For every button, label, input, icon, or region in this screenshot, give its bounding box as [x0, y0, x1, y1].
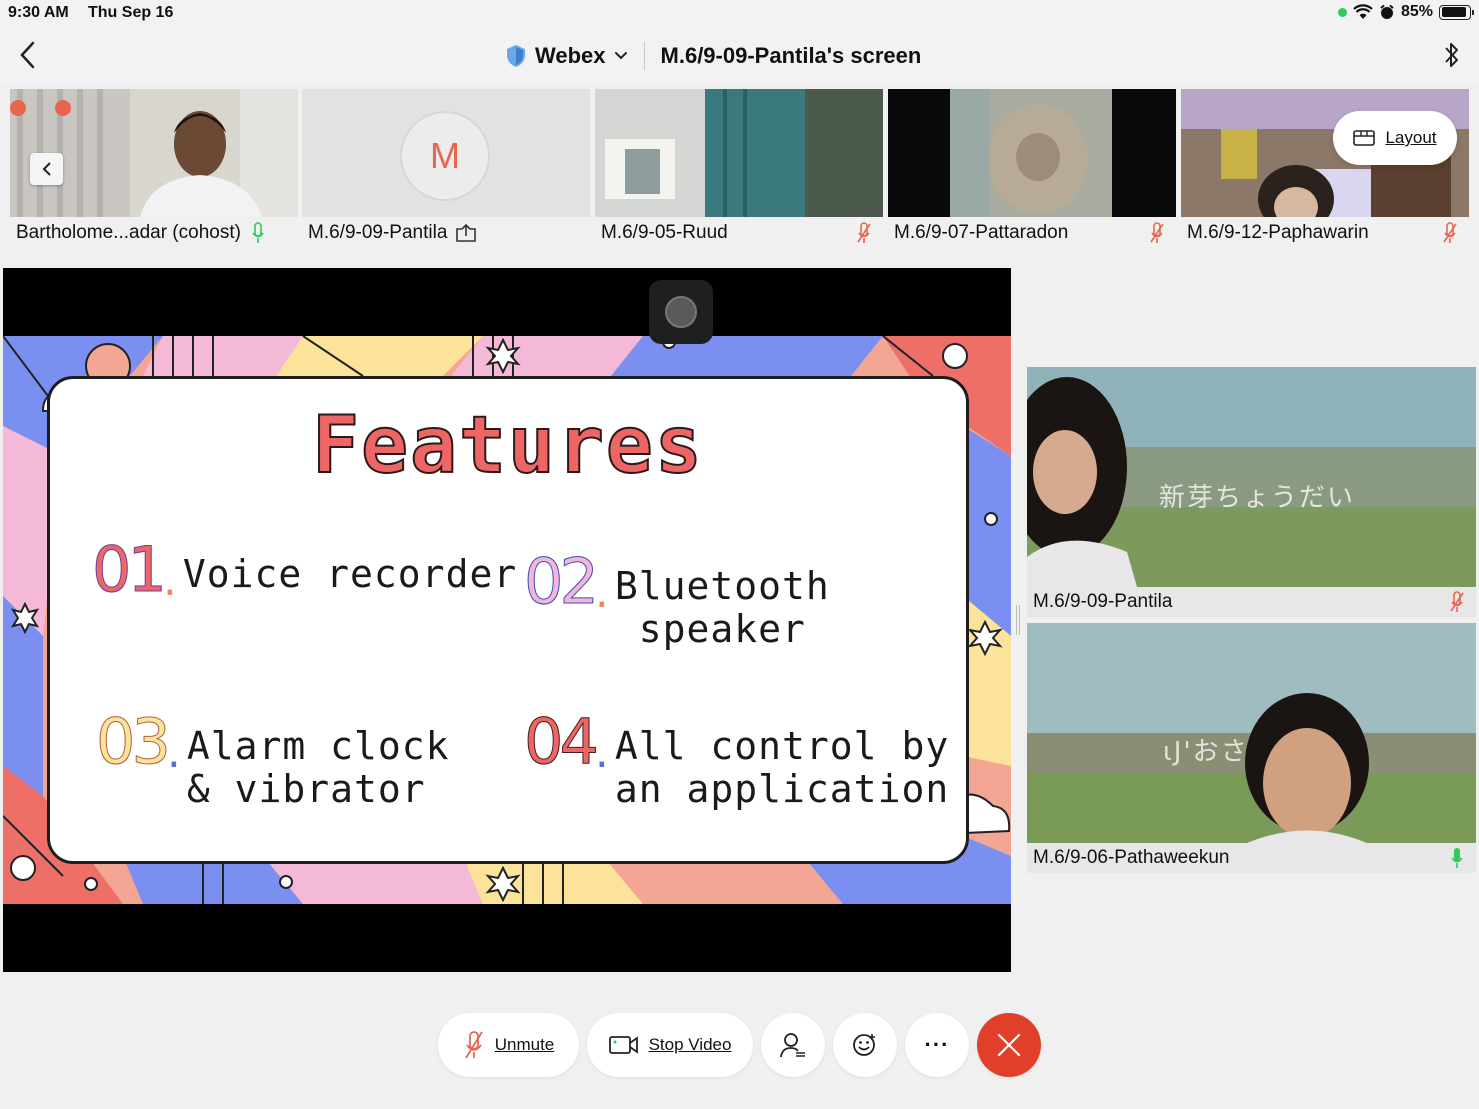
wifi-icon: [1353, 4, 1373, 19]
participant-label: M.6/9-06-Pathaweekun: [1027, 843, 1476, 873]
microphone-muted-icon: [1450, 591, 1464, 612]
participants-icon: [780, 1033, 805, 1058]
participant-video: M: [302, 89, 590, 217]
feature-number-dot: .: [162, 555, 177, 606]
app-title[interactable]: Webex: [535, 43, 606, 69]
feature-number: 03: [96, 705, 172, 778]
share-screen-icon: [456, 223, 477, 242]
feature-number-dot: .: [594, 567, 609, 618]
participant-video: [595, 89, 883, 217]
feature-item-2: 02 . Bluetooth speaker: [524, 545, 830, 651]
self-view-camera-button[interactable]: [649, 280, 713, 344]
microphone-muted-icon: [857, 222, 871, 243]
participant-label: M.6/9-07-Pattaradon: [888, 217, 1176, 248]
end-meeting-button[interactable]: [977, 1013, 1041, 1077]
camera-in-use-dot-icon: [1337, 7, 1347, 17]
unmute-label: Unmute: [494, 1035, 555, 1054]
header-divider: [643, 42, 645, 70]
microphone-muted-icon: [1150, 222, 1164, 243]
meeting-controls: Unmute Stop Video ···: [0, 1013, 1479, 1077]
stop-video-label: Stop Video: [648, 1035, 732, 1054]
shared-screen[interactable]: Features 01 . Voice recorder 02 . Blueto…: [3, 268, 1011, 972]
participant-name: M.6/9-09-Pantila: [308, 221, 448, 243]
unmute-button[interactable]: Unmute: [438, 1013, 579, 1077]
status-time: 9:30 AM: [8, 4, 69, 21]
participant-name: M.6/9-09-Pantila: [1033, 591, 1173, 612]
video-tile-pantila[interactable]: 新芽ちょうだい M.6/9-09-Pantila: [1027, 367, 1476, 617]
microphone-muted-icon: [464, 1031, 483, 1059]
video-tile-pathaweekun[interactable]: ιJ'おさ M.6/9-06-Pathaweekun: [1027, 623, 1476, 873]
participant-video: [1027, 623, 1476, 843]
feature-item-3: 03 . Alarm clock & vibrator: [96, 705, 450, 811]
participant-label: M.6/9-09-Pantila: [1027, 587, 1476, 617]
chevron-down-icon[interactable]: [614, 51, 628, 61]
participant-name: M.6/9-05-Ruud: [601, 221, 728, 243]
header-title-group: Webex M.6/9-09-Pantila's screen: [505, 40, 921, 72]
feature-number-dot: .: [166, 727, 181, 778]
participant-name: M.6/9-07-Pattaradon: [894, 221, 1069, 243]
layout-button[interactable]: Layout: [1333, 111, 1457, 165]
more-options-button[interactable]: ···: [905, 1013, 969, 1077]
avatar: M: [400, 111, 490, 201]
feature-text: Bluetooth speaker: [614, 564, 830, 651]
feature-item-4: 04 . All control by an application: [524, 705, 950, 811]
participant-video: [888, 89, 1176, 217]
participant-tile-pantila[interactable]: M M.6/9-09-Pantila: [302, 89, 590, 248]
status-date: Thu Sep 16: [88, 4, 174, 21]
participant-name: Bartholome...adar (cohost): [16, 221, 241, 243]
stop-video-button[interactable]: Stop Video: [587, 1013, 753, 1077]
shield-icon: [507, 45, 525, 67]
feature-number: 01: [92, 533, 168, 606]
battery-icon: [1439, 4, 1474, 20]
participant-tile-pattaradon[interactable]: M.6/9-07-Pattaradon: [888, 89, 1176, 248]
reactions-button[interactable]: [833, 1013, 897, 1077]
status-right: 85%: [1337, 3, 1474, 21]
feature-number-dot: .: [594, 727, 609, 778]
feature-number: 02: [524, 545, 600, 618]
presentation-slide: Features 01 . Voice recorder 02 . Blueto…: [3, 336, 1011, 904]
slide-content-card: Features 01 . Voice recorder 02 . Blueto…: [47, 376, 969, 864]
participant-label: M.6/9-09-Pantila: [302, 217, 590, 248]
shared-screen-title: M.6/9-09-Pantila's screen: [660, 43, 922, 68]
meeting-header: Webex M.6/9-09-Pantila's screen: [0, 28, 1479, 84]
microphone-on-icon: [252, 221, 264, 243]
slide-title: Features: [311, 400, 704, 492]
status-bar: 9:30 AM Thu Sep 16 85%: [0, 0, 1479, 28]
bluetooth-button[interactable]: [1443, 40, 1461, 75]
layout-icon: [1353, 130, 1376, 146]
participant-tile-ruud[interactable]: M.6/9-05-Ruud: [595, 89, 883, 248]
more-options-icon: ···: [924, 1032, 950, 1057]
participant-label: M.6/9-12-Paphawarin: [1181, 217, 1469, 248]
feature-text: Voice recorder: [182, 552, 518, 596]
participant-name: M.6/9-12-Paphawarin: [1187, 221, 1369, 243]
emoji-reaction-icon: [853, 1034, 875, 1056]
split-view-handle[interactable]: [1016, 605, 1020, 635]
participant-label: Bartholome...adar (cohost): [10, 217, 298, 248]
thumbnails-prev-button[interactable]: [30, 153, 63, 185]
participant-name: M.6/9-06-Pathaweekun: [1033, 847, 1230, 868]
microphone-on-icon: [1451, 848, 1463, 868]
layout-label: Layout: [1385, 128, 1437, 147]
video-background-text: ιJ'おさ: [1163, 737, 1249, 767]
participants-button[interactable]: [761, 1013, 825, 1077]
participant-label: M.6/9-05-Ruud: [595, 217, 883, 248]
back-button[interactable]: [12, 40, 42, 70]
chevron-left-icon: [20, 41, 35, 69]
video-background-text: 新芽ちょうだい: [1159, 483, 1356, 513]
video-camera-icon: [608, 1036, 638, 1054]
alarm-icon: [1380, 4, 1394, 19]
feature-item-1: 01 . Voice recorder: [92, 533, 518, 606]
microphone-muted-icon: [1443, 222, 1457, 243]
chevron-left-icon: [42, 162, 51, 176]
close-icon: [997, 1033, 1021, 1057]
feature-number: 04: [524, 705, 600, 778]
bluetooth-icon: [1445, 43, 1458, 67]
feature-text: Alarm clock & vibrator: [186, 724, 450, 811]
feature-text: All control by an application: [614, 724, 950, 811]
battery-percent: 85%: [1400, 3, 1433, 20]
